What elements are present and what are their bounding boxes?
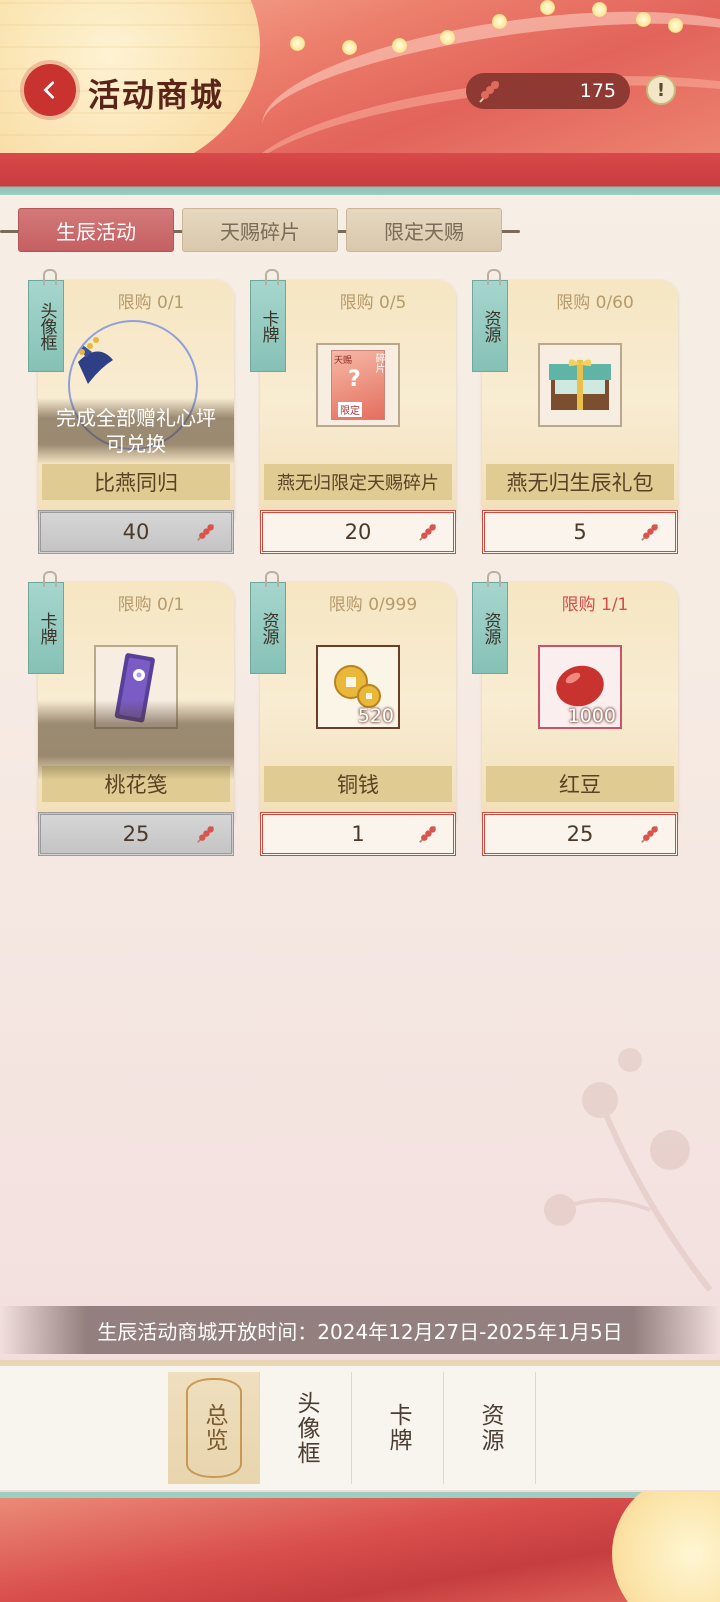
header-band	[0, 153, 720, 195]
tab-birthday-event[interactable]: 生辰活动	[18, 208, 174, 252]
unlock-condition-text: 完成全部赠礼心坪 可兑换	[56, 406, 216, 456]
shop-item[interactable]: 资源 限购 0/60 燕无归生辰礼包 5	[472, 269, 678, 560]
fragment-limited-label: 限定	[338, 402, 362, 417]
bottom-nav: 总览 头像框 卡牌 资源	[0, 1360, 720, 1490]
purchase-limit: 限购 1/1	[561, 595, 629, 615]
shop-item[interactable]: 卡牌 限购 0/1 桃花笺 25	[28, 571, 234, 862]
locked-overlay	[38, 700, 234, 780]
currency-balance: 175	[466, 73, 630, 109]
candied-haws-icon	[197, 826, 214, 843]
nav-item-overview[interactable]: 总览	[168, 1372, 260, 1484]
footer-decoration	[0, 1492, 720, 1602]
price-value: 25	[122, 822, 150, 846]
info-button[interactable]: !	[646, 75, 676, 105]
unlock-condition-overlay: 完成全部赠礼心坪 可兑换	[38, 398, 234, 464]
price-value: 1	[351, 822, 365, 846]
item-name: 比燕同归	[42, 464, 230, 500]
purchase-limit: 限购 0/5	[339, 293, 407, 313]
purchase-limit: 限购 0/60	[556, 293, 634, 313]
event-time-notice: 生辰活动商城开放时间：2024年12月27日-2025年1月5日	[0, 1306, 720, 1354]
copper-coins-icon: 520	[316, 645, 400, 729]
purchase-limit: 限购 0/1	[117, 595, 185, 615]
candied-haws-icon	[419, 524, 436, 541]
nav-item-label: 卡牌	[385, 1403, 411, 1453]
item-category-tag: 卡牌	[250, 269, 286, 372]
purchase-limit: 限购 0/1	[117, 293, 185, 313]
red-bean-icon: 1000	[538, 645, 622, 729]
currency-amount: 175	[579, 80, 616, 102]
candied-haws-icon	[197, 524, 214, 541]
shop-item[interactable]: 卡牌 限购 0/5 天赐 碎片 ? 限定 燕无归限定天赐碎片 20	[250, 269, 456, 560]
exclamation-icon: !	[656, 79, 666, 101]
price-button[interactable]: 5	[482, 510, 678, 554]
blossom-branch-decoration	[544, 1048, 713, 1292]
item-quantity: 1000	[567, 705, 616, 727]
price-value: 40	[122, 520, 150, 544]
limited-fragment-card-icon: 天赐 碎片 ? 限定	[316, 343, 400, 427]
price-button[interactable]: 20	[260, 510, 456, 554]
shop-item[interactable]: 头像框 限购 0/1 完成全部赠礼心坪 可兑换 比燕同归 40	[28, 269, 234, 560]
back-button[interactable]	[24, 64, 76, 116]
item-category-tag: 资源	[472, 571, 508, 674]
back-arrow-icon	[43, 81, 55, 99]
tab-fragments[interactable]: 天赐碎片	[182, 208, 338, 252]
category-tabs: 生辰活动 天赐碎片 限定天赐	[0, 208, 720, 254]
header-banner: 活动商城 175 !	[0, 0, 720, 195]
purchase-limit: 限购 0/999	[328, 595, 418, 615]
price-button[interactable]: 1	[260, 812, 456, 856]
nav-item-cards[interactable]: 卡牌	[352, 1372, 444, 1484]
tab-limited[interactable]: 限定天赐	[346, 208, 502, 252]
fragment-top-label: 天赐	[334, 356, 353, 366]
shop-item[interactable]: 资源 限购 1/1 1000 红豆 25	[472, 571, 678, 862]
nav-item-label: 头像框	[293, 1390, 319, 1466]
footer-band	[0, 1492, 720, 1498]
item-name: 燕无归限定天赐碎片	[264, 464, 452, 500]
item-category-tag: 卡牌	[28, 571, 64, 674]
item-quantity: 520	[357, 705, 394, 727]
price-value: 5	[573, 520, 587, 544]
price-value: 25	[566, 822, 594, 846]
price-button[interactable]: 40	[38, 510, 234, 554]
price-button[interactable]: 25	[482, 812, 678, 856]
price-button[interactable]: 25	[38, 812, 234, 856]
fragment-side-label: 碎片	[373, 353, 384, 373]
candied-haws-icon	[641, 826, 658, 843]
nav-item-resources[interactable]: 资源	[444, 1372, 536, 1484]
lantern-decoration	[612, 1492, 720, 1602]
item-name: 铜钱	[264, 766, 452, 802]
gift-box-icon	[538, 343, 622, 427]
nav-item-label: 资源	[477, 1403, 503, 1453]
page-title: 活动商城	[88, 76, 225, 114]
candied-haws-icon	[479, 81, 499, 103]
nav-active-frame	[186, 1378, 242, 1478]
candied-haws-icon	[419, 826, 436, 843]
price-value: 20	[344, 520, 372, 544]
item-category-tag: 头像框	[28, 269, 64, 372]
item-name: 燕无归生辰礼包	[486, 464, 674, 500]
nav-item-avatar-frame[interactable]: 头像框	[260, 1372, 352, 1484]
item-category-tag: 资源	[250, 571, 286, 674]
question-mark-icon: ?	[348, 367, 361, 392]
item-name: 红豆	[486, 766, 674, 802]
candied-haws-icon	[641, 524, 658, 541]
shop-item[interactable]: 资源 限购 0/999 520 铜钱 1	[250, 571, 456, 862]
item-category-tag: 资源	[472, 269, 508, 372]
